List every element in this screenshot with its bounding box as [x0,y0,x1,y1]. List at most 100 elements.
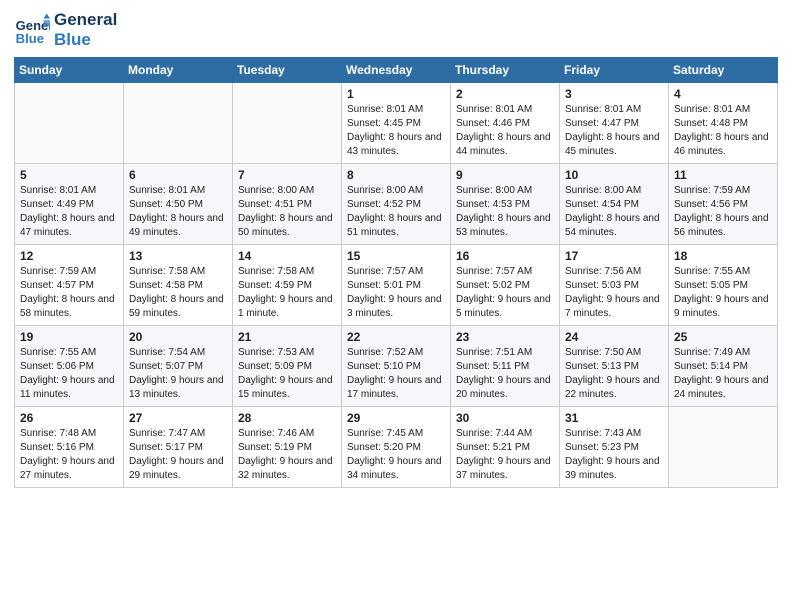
logo-icon: General Blue [14,12,50,48]
calendar-cell-w4d1: 19 Sunrise: 7:55 AM Sunset: 5:06 PM Dayli… [15,326,124,407]
day-info: Sunrise: 8:01 AM Sunset: 4:47 PM Dayligh… [565,103,663,159]
day-number: 1 [347,87,445,101]
calendar-cell-w1d3 [233,83,342,164]
calendar-cell-w5d3: 28 Sunrise: 7:46 AM Sunset: 5:19 PM Dayli… [233,407,342,488]
day-number: 17 [565,249,663,263]
day-number: 9 [456,168,554,182]
calendar-cell-w5d6: 31Sunrise: 7:43 AM Sunset: 5:23 PM Dayli… [560,407,669,488]
svg-text:Blue: Blue [16,31,44,46]
day-info: Sunrise: 7:48 AM Sunset: 5:16 PM Dayligh… [20,427,118,483]
weekday-header-wednesday: Wednesday [342,58,451,83]
day-info: Sunrise: 8:01 AM Sunset: 4:48 PM Dayligh… [674,103,772,159]
day-number: 16 [456,249,554,263]
weekday-header-thursday: Thursday [451,58,560,83]
day-info: Sunrise: 8:00 AM Sunset: 4:52 PM Dayligh… [347,184,445,240]
day-info: Sunrise: 8:01 AM Sunset: 4:49 PM Dayligh… [20,184,118,240]
day-info: Sunrise: 7:52 AM Sunset: 5:10 PM Dayligh… [347,346,445,402]
header: General Blue General Blue [14,10,778,49]
calendar-cell-w3d5: 16 Sunrise: 7:57 AM Sunset: 5:02 PM Dayli… [451,245,560,326]
day-number: 19 [20,330,118,344]
day-number: 22 [347,330,445,344]
day-info: Sunrise: 8:00 AM Sunset: 4:53 PM Dayligh… [456,184,554,240]
day-info: Sunrise: 7:50 AM Sunset: 5:13 PM Dayligh… [565,346,663,402]
calendar-week-4: 19 Sunrise: 7:55 AM Sunset: 5:06 PM Dayli… [15,326,778,407]
calendar-week-1: 1Sunrise: 8:01 AM Sunset: 4:45 PM Daylig… [15,83,778,164]
calendar-cell-w4d6: 24 Sunrise: 7:50 AM Sunset: 5:13 PM Dayli… [560,326,669,407]
calendar-cell-w1d4: 1Sunrise: 8:01 AM Sunset: 4:45 PM Daylig… [342,83,451,164]
day-number: 18 [674,249,772,263]
day-info: Sunrise: 7:51 AM Sunset: 5:11 PM Dayligh… [456,346,554,402]
weekday-header-monday: Monday [124,58,233,83]
weekday-header-saturday: Saturday [669,58,778,83]
day-info: Sunrise: 7:59 AM Sunset: 4:56 PM Dayligh… [674,184,772,240]
calendar-week-2: 5 Sunrise: 8:01 AM Sunset: 4:49 PM Daylig… [15,164,778,245]
calendar-cell-w3d4: 15 Sunrise: 7:57 AM Sunset: 5:01 PM Dayli… [342,245,451,326]
day-info: Sunrise: 7:53 AM Sunset: 5:09 PM Dayligh… [238,346,336,402]
day-number: 25 [674,330,772,344]
calendar-cell-w4d7: 25 Sunrise: 7:49 AM Sunset: 5:14 PM Dayli… [669,326,778,407]
calendar-cell-w2d6: 10Sunrise: 8:00 AM Sunset: 4:54 PM Dayli… [560,164,669,245]
day-number: 23 [456,330,554,344]
day-number: 30 [456,411,554,425]
calendar-cell-w2d7: 11 Sunrise: 7:59 AM Sunset: 4:56 PM Dayli… [669,164,778,245]
day-number: 3 [565,87,663,101]
day-info: Sunrise: 7:57 AM Sunset: 5:01 PM Dayligh… [347,265,445,321]
day-info: Sunrise: 8:01 AM Sunset: 4:50 PM Dayligh… [129,184,227,240]
page: General Blue General Blue SundayMondayTu… [0,0,792,612]
calendar-cell-w5d2: 27Sunrise: 7:47 AM Sunset: 5:17 PM Dayli… [124,407,233,488]
calendar-cell-w1d7: 4 Sunrise: 8:01 AM Sunset: 4:48 PM Daylig… [669,83,778,164]
calendar-week-5: 26 Sunrise: 7:48 AM Sunset: 5:16 PM Dayli… [15,407,778,488]
day-number: 12 [20,249,118,263]
day-number: 7 [238,168,336,182]
day-number: 8 [347,168,445,182]
day-info: Sunrise: 7:56 AM Sunset: 5:03 PM Dayligh… [565,265,663,321]
calendar-table: SundayMondayTuesdayWednesdayThursdayFrid… [14,57,778,488]
calendar-cell-w2d2: 6Sunrise: 8:01 AM Sunset: 4:50 PM Daylig… [124,164,233,245]
calendar-cell-w1d5: 2Sunrise: 8:01 AM Sunset: 4:46 PM Daylig… [451,83,560,164]
calendar-cell-w3d3: 14Sunrise: 7:58 AM Sunset: 4:59 PM Dayli… [233,245,342,326]
day-number: 10 [565,168,663,182]
day-number: 11 [674,168,772,182]
day-number: 14 [238,249,336,263]
calendar-cell-w3d7: 18 Sunrise: 7:55 AM Sunset: 5:05 PM Dayli… [669,245,778,326]
weekday-header-sunday: Sunday [15,58,124,83]
day-number: 15 [347,249,445,263]
day-number: 4 [674,87,772,101]
calendar-week-3: 12Sunrise: 7:59 AM Sunset: 4:57 PM Dayli… [15,245,778,326]
day-number: 13 [129,249,227,263]
day-info: Sunrise: 7:49 AM Sunset: 5:14 PM Dayligh… [674,346,772,402]
calendar-header-row: SundayMondayTuesdayWednesdayThursdayFrid… [15,58,778,83]
calendar-cell-w2d3: 7 Sunrise: 8:00 AM Sunset: 4:51 PM Daylig… [233,164,342,245]
calendar-cell-w1d1 [15,83,124,164]
calendar-cell-w5d1: 26 Sunrise: 7:48 AM Sunset: 5:16 PM Dayli… [15,407,124,488]
logo-blue: Blue [54,30,117,50]
day-info: Sunrise: 7:57 AM Sunset: 5:02 PM Dayligh… [456,265,554,321]
day-number: 2 [456,87,554,101]
calendar-cell-w1d2 [124,83,233,164]
day-number: 20 [129,330,227,344]
calendar-cell-w5d7 [669,407,778,488]
day-number: 24 [565,330,663,344]
day-info: Sunrise: 7:43 AM Sunset: 5:23 PM Dayligh… [565,427,663,483]
day-info: Sunrise: 8:00 AM Sunset: 4:51 PM Dayligh… [238,184,336,240]
weekday-header-friday: Friday [560,58,669,83]
day-number: 26 [20,411,118,425]
day-info: Sunrise: 7:55 AM Sunset: 5:05 PM Dayligh… [674,265,772,321]
day-info: Sunrise: 7:45 AM Sunset: 5:20 PM Dayligh… [347,427,445,483]
calendar-cell-w2d5: 9 Sunrise: 8:00 AM Sunset: 4:53 PM Daylig… [451,164,560,245]
day-info: Sunrise: 7:55 AM Sunset: 5:06 PM Dayligh… [20,346,118,402]
calendar-cell-w4d2: 20 Sunrise: 7:54 AM Sunset: 5:07 PM Dayli… [124,326,233,407]
day-info: Sunrise: 7:44 AM Sunset: 5:21 PM Dayligh… [456,427,554,483]
day-info: Sunrise: 7:58 AM Sunset: 4:58 PM Dayligh… [129,265,227,321]
calendar-cell-w3d6: 17 Sunrise: 7:56 AM Sunset: 5:03 PM Dayli… [560,245,669,326]
day-info: Sunrise: 7:46 AM Sunset: 5:19 PM Dayligh… [238,427,336,483]
logo: General Blue General Blue [14,10,117,49]
calendar-cell-w3d2: 13 Sunrise: 7:58 AM Sunset: 4:58 PM Dayli… [124,245,233,326]
logo-general: General [54,10,117,30]
calendar-cell-w4d3: 21Sunrise: 7:53 AM Sunset: 5:09 PM Dayli… [233,326,342,407]
day-number: 28 [238,411,336,425]
day-info: Sunrise: 7:47 AM Sunset: 5:17 PM Dayligh… [129,427,227,483]
calendar-cell-w4d4: 22 Sunrise: 7:52 AM Sunset: 5:10 PM Dayli… [342,326,451,407]
day-number: 5 [20,168,118,182]
day-info: Sunrise: 7:54 AM Sunset: 5:07 PM Dayligh… [129,346,227,402]
